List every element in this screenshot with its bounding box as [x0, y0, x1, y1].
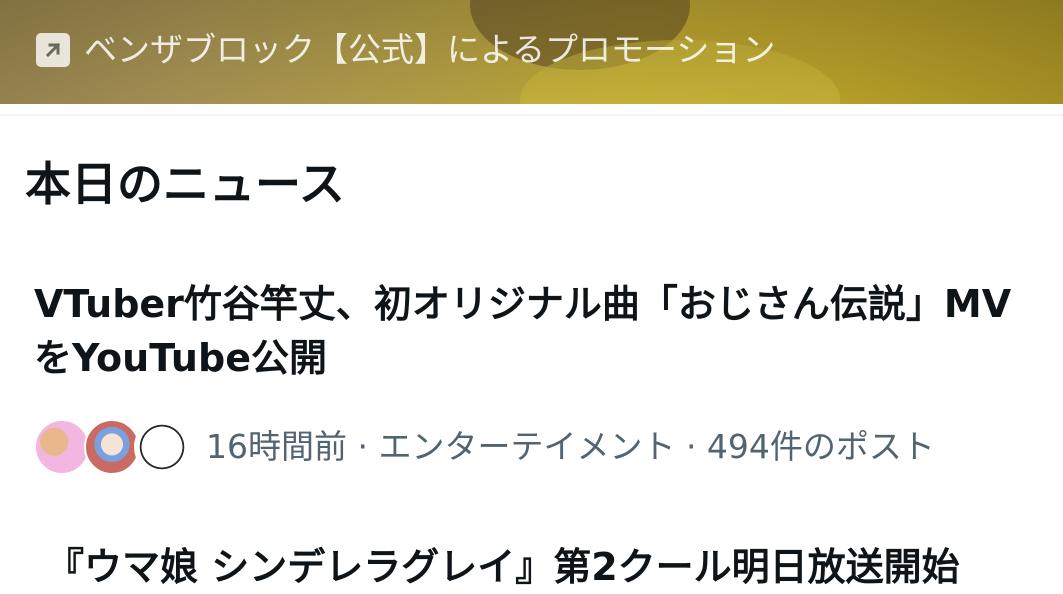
news-meta-text: 16時間前 · エンターテイメント · 494件のポスト	[206, 427, 935, 466]
avatar	[134, 419, 190, 475]
avatar-stack	[34, 419, 190, 475]
news-headline[interactable]: VTuber竹谷竿丈、初オリジナル曲「おじさん伝説」MVをYouTube公開	[34, 277, 1034, 385]
explore-screen: ベンザブロック【公式】によるプロモーション 本日のニュース VTuber竹谷竿丈…	[0, 0, 1063, 594]
promoted-label[interactable]: ベンザブロック【公式】によるプロモーション	[36, 30, 775, 70]
section-divider	[0, 114, 1063, 116]
news-meta: 16時間前 · エンターテイメント · 494件のポスト	[34, 419, 1034, 475]
avatar	[84, 419, 140, 475]
news-item[interactable]: VTuber竹谷竿丈、初オリジナル曲「おじさん伝説」MVをYouTube公開 1…	[34, 277, 1034, 475]
news-headline[interactable]: 『ウマ娘 シンデレラグレイ』第2クール明日放送開始	[46, 540, 1046, 594]
section-title: 本日のニュース	[25, 157, 345, 211]
avatar	[34, 419, 90, 475]
promoted-label-text: ベンザブロック【公式】によるプロモーション	[84, 30, 776, 69]
arrow-up-right-icon	[36, 33, 70, 67]
promoted-banner[interactable]: ベンザブロック【公式】によるプロモーション	[0, 0, 1063, 104]
news-item[interactable]: 『ウマ娘 シンデレラグレイ』第2クール明日放送開始	[46, 540, 1046, 594]
